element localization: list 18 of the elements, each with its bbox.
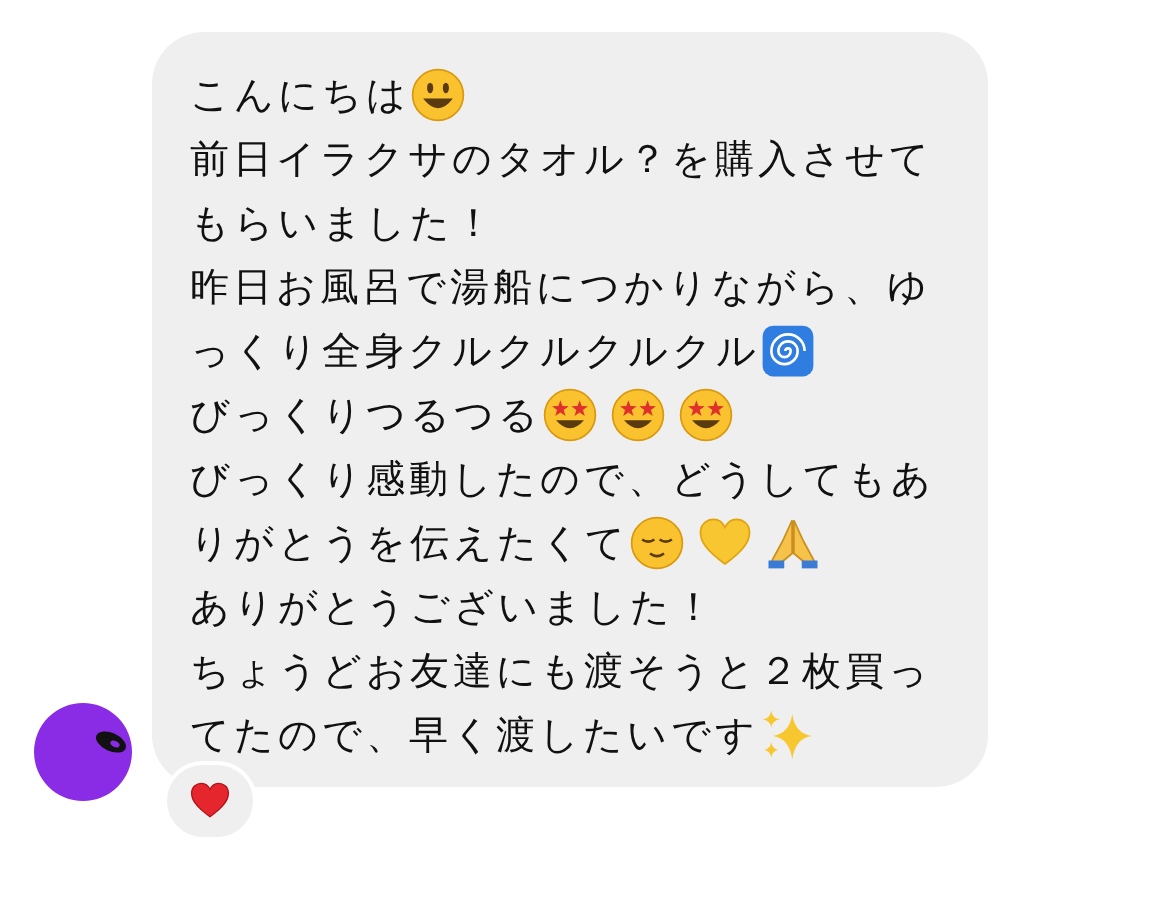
avatar[interactable] [33, 702, 133, 802]
star-eyes-face-icon [610, 387, 666, 443]
relieved-face-icon [629, 515, 685, 571]
message-text: っくり全身クルクルクルクル [190, 327, 760, 375]
message-text: びっくりつるつる [190, 391, 542, 439]
star-eyes-face-icon [678, 387, 734, 443]
message-text: 前日イラクサのタオル？を購入させて [190, 135, 933, 183]
message-text: びっくり感動したので、どうしてもあ [190, 455, 935, 503]
spiral-icon [760, 323, 816, 379]
message-text: てたので、早く渡したいです [190, 711, 759, 759]
message-text: こんにちは [190, 71, 410, 119]
star-eyes-face-icon [542, 387, 598, 443]
message-text: 昨日お風呂で湯船につかりながら、ゆ [190, 263, 931, 311]
message-text: りがとうを伝えたくて [190, 519, 629, 567]
message-text: もらいました！ [190, 199, 497, 247]
smiley-face-icon [410, 67, 466, 123]
message-text: ちょうどお友達にも渡そうと２枚買っ [190, 647, 932, 695]
message-text: ありがとうございました！ [190, 583, 717, 631]
